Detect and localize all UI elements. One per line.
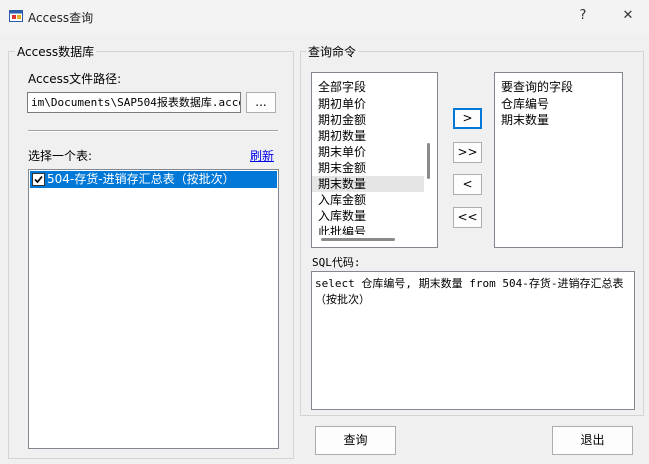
sql-label: SQL代码: [312,256,361,269]
selected-field-items: 要查询的字段 仓库编号 期末数量 [495,78,573,128]
add-all-fields-button[interactable]: >> [453,142,482,163]
sql-code-textarea[interactable]: select 仓库编号, 期末数量 from 504-存货-进销存汇总表（按批次… [311,271,635,410]
remove-field-button[interactable]: < [453,174,482,195]
field-item[interactable]: 期初单价 [312,96,424,112]
field-item[interactable]: 期初金额 [312,112,424,128]
table-list[interactable]: 504-存货-进销存汇总表（按批次） [28,169,279,449]
field-item[interactable]: 入库数量 [312,208,424,224]
path-label: Access文件路径: [28,72,122,86]
field-list[interactable]: 全部字段 期初单价 期初金额 期初数量 期末单价 期末金额 期末数量 入库金额 … [311,72,438,248]
table-list-item-label: 504-存货-进销存汇总表（按批次） [47,172,235,186]
selected-field-item[interactable]: 期末数量 [495,112,573,128]
field-item-hovered[interactable]: 期末数量 [312,176,424,192]
field-item[interactable]: 期初数量 [312,128,424,144]
access-database-legend: Access数据库 [15,43,97,60]
help-button[interactable]: ? [570,6,596,26]
selected-field-item[interactable]: 仓库编号 [495,96,573,112]
checkbox-checked-icon[interactable] [32,173,45,186]
field-list-horizontal-scroll-area [312,235,437,247]
field-list-vertical-scrollbar[interactable] [427,143,430,179]
title-bar[interactable]: Access查询 ? ✕ [0,0,649,33]
table-label: 选择一个表: [28,149,93,163]
add-field-button[interactable]: > [453,108,482,129]
field-item-all[interactable]: 全部字段 [312,78,424,96]
window-title: Access查询 [28,11,94,25]
close-button[interactable]: ✕ [615,6,641,26]
field-item[interactable]: 入库金额 [312,192,424,208]
query-command-legend: 查询命令 [306,43,359,60]
selected-field-list[interactable]: 要查询的字段 仓库编号 期末数量 [494,72,623,248]
path-input[interactable]: im\Documents\SAP504报表数据库.accdb [27,92,241,113]
field-list-horizontal-scrollbar[interactable] [321,238,395,241]
browse-button[interactable]: ... [246,92,276,113]
field-item[interactable]: 期末金额 [312,160,424,176]
table-list-item[interactable]: 504-存货-进销存汇总表（按批次） [30,171,277,188]
field-item[interactable]: 期末单价 [312,144,424,160]
query-button[interactable]: 查询 [315,426,396,455]
app-window-icon [9,10,23,22]
divider [28,130,278,132]
refresh-link[interactable]: 刷新 [250,147,274,164]
selected-field-header: 要查询的字段 [501,80,574,94]
field-list-items: 全部字段 期初单价 期初金额 期初数量 期末单价 期末金额 期末数量 入库金额 … [312,78,424,240]
remove-all-fields-button[interactable]: << [453,207,482,228]
exit-button[interactable]: 退出 [552,426,633,455]
